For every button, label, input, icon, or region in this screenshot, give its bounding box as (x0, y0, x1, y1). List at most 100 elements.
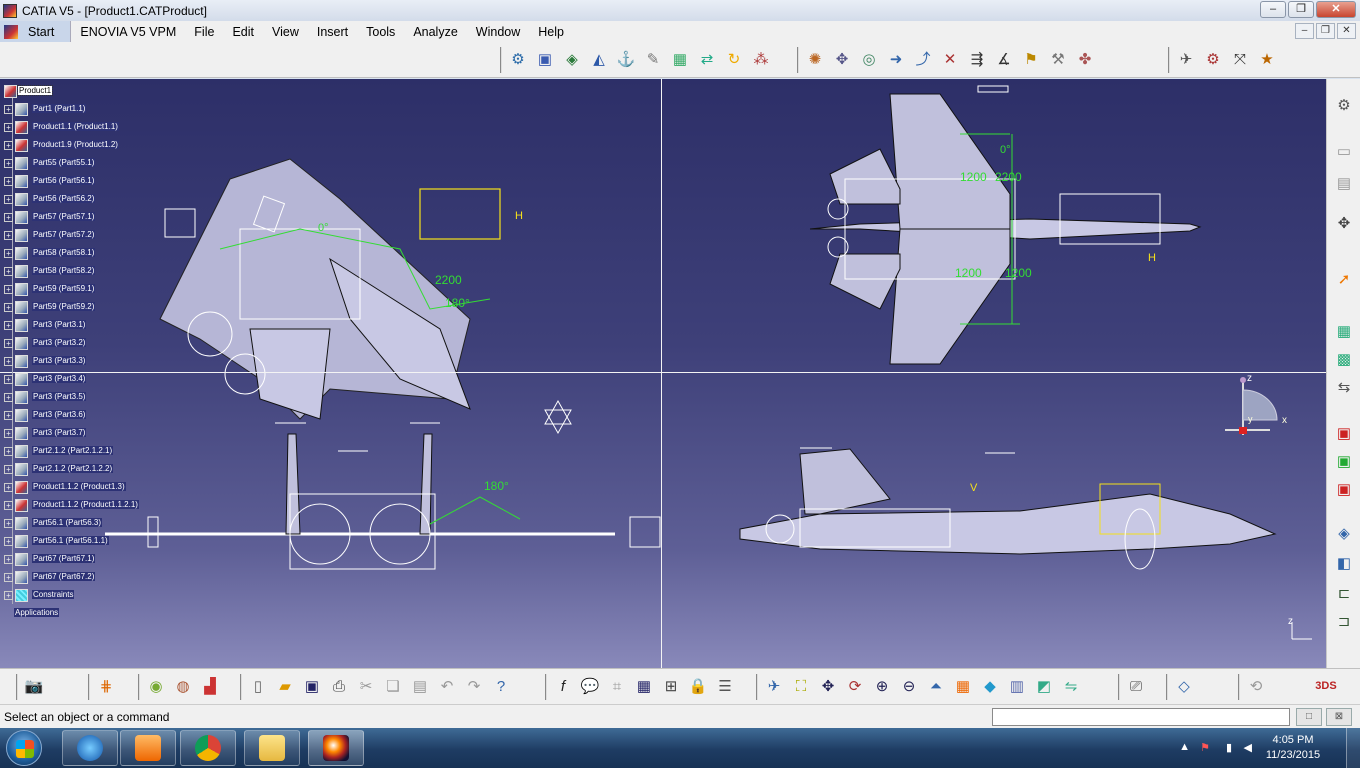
law-icon[interactable]: ⊞ (659, 674, 683, 698)
graph-tree-icon[interactable]: ▦ (668, 47, 692, 71)
tools-palette-icon[interactable]: ⎚ (1124, 674, 1148, 698)
clock[interactable]: 4:05 PM 11/23/2015 (1258, 733, 1328, 763)
contact-constraint-icon[interactable]: ✕ (938, 47, 962, 71)
expand-toggle-icon[interactable]: + (4, 303, 13, 312)
menu-enovia[interactable]: ENOVIA V5 VPM (71, 25, 185, 39)
render-icon[interactable]: ◍ (171, 674, 195, 698)
tree-node[interactable]: + Part57 (Part57.1) (4, 209, 154, 227)
expand-toggle-icon[interactable]: + (4, 519, 13, 528)
tree-node[interactable]: + Part58 (Part58.1) (4, 245, 154, 263)
apply-material-icon[interactable]: ◉ (144, 674, 168, 698)
fit-all-icon[interactable]: ⛶ (789, 674, 813, 698)
windows-start-button[interactable] (6, 730, 42, 766)
network-icon[interactable]: ▮ (1226, 741, 1232, 754)
tree-node-applications[interactable]: Applications (4, 605, 154, 623)
tree-root-product1[interactable]: Product1 (4, 83, 154, 101)
expand-toggle-icon[interactable]: + (4, 339, 13, 348)
taskbar-chrome-button[interactable] (180, 730, 236, 766)
expand-toggle-icon[interactable]: + (4, 537, 13, 546)
copy-icon[interactable]: ▣ (1332, 477, 1356, 501)
tree-node[interactable]: + Part67 (Part67.1) (4, 551, 154, 569)
tree-node[interactable]: + Part56.1 (Part56.3) (4, 515, 154, 533)
whats-this-icon[interactable]: ? (489, 674, 513, 698)
design-table-icon[interactable]: ▦ (632, 674, 656, 698)
cut-icon[interactable]: ✂ (354, 674, 378, 698)
tree-node[interactable]: + Part56 (Part56.2) (4, 191, 154, 209)
redo-icon[interactable]: ↷ (462, 674, 486, 698)
tree-node[interactable]: + Part57 (Part57.2) (4, 227, 154, 245)
compass-z-handle[interactable] (1240, 377, 1246, 383)
expand-toggle-icon[interactable]: + (4, 123, 13, 132)
save-management-icon[interactable]: ▣ (1332, 449, 1356, 473)
compass-red-handle[interactable] (1239, 427, 1247, 434)
menu-edit[interactable]: Edit (223, 25, 263, 39)
layer-icon[interactable]: ▤ (1332, 171, 1356, 195)
expand-toggle-icon[interactable]: + (4, 465, 13, 474)
grid-icon[interactable]: ⋕ (94, 674, 118, 698)
smart-move-icon[interactable]: ➜ (884, 47, 908, 71)
rotate-icon[interactable]: ⟳ (843, 674, 867, 698)
tree-node[interactable]: + Part3 (Part3.4) (4, 371, 154, 389)
list-icon[interactable]: ☰ (713, 674, 737, 698)
taskbar-explorer-button[interactable] (244, 730, 300, 766)
taskbar-catia-button[interactable] (308, 730, 364, 766)
lock-icon[interactable]: 🔒 (686, 674, 710, 698)
expand-toggle-icon[interactable]: + (4, 231, 13, 240)
annotation-icon[interactable]: ▩ (1332, 347, 1356, 371)
publish-icon[interactable]: ▣ (1332, 421, 1356, 445)
isometric-view[interactable]: 2200 180° H 0° (159, 158, 572, 435)
explode-icon[interactable]: ✺ (803, 47, 827, 71)
expand-toggle-icon[interactable]: + (4, 249, 13, 258)
expand-toggle-icon[interactable]: + (4, 159, 13, 168)
menu-view[interactable]: View (263, 25, 308, 39)
fly-mode-icon[interactable]: ✈ (762, 674, 786, 698)
update-all-icon[interactable]: ⟲ (1244, 674, 1268, 698)
link-icon[interactable]: ⊐ (1332, 609, 1356, 633)
sectioning-icon[interactable]: ⤧ (1228, 47, 1252, 71)
top-view[interactable]: 1200 2200 1200 1200 0° H (809, 85, 1202, 365)
tree-node[interactable]: + Part59 (Part59.2) (4, 299, 154, 317)
taskbar-ie-button[interactable] (62, 730, 118, 766)
new-file-icon[interactable]: ▯ (246, 674, 270, 698)
expand-toggle-icon[interactable]: + (4, 429, 13, 438)
open-file-icon[interactable]: ▰ (273, 674, 297, 698)
move-icon[interactable]: ✥ (1332, 211, 1356, 235)
fix-constraint-icon[interactable]: ⚑ (1019, 47, 1043, 71)
quick-constraint-icon[interactable]: ✤ (1073, 47, 1097, 71)
expand-toggle-icon[interactable]: + (4, 267, 13, 276)
existing-component-icon[interactable]: ⚓ (614, 47, 638, 71)
side-view[interactable]: V (739, 447, 1277, 570)
show-desktop-button[interactable] (1346, 728, 1360, 768)
scene-icon[interactable]: ▦ (1332, 319, 1356, 343)
new-part-icon[interactable]: ◭ (587, 47, 611, 71)
pointer-tool-icon[interactable]: ★ (1255, 47, 1279, 71)
multi-view-icon[interactable]: ▦ (951, 674, 975, 698)
close-button[interactable]: ✕ (1316, 1, 1356, 18)
copy-doc-icon[interactable]: ❏ (381, 674, 405, 698)
manipulation-icon[interactable]: ✥ (830, 47, 854, 71)
shading-icon[interactable]: ▥ (1005, 674, 1029, 698)
expand-toggle-icon[interactable]: + (4, 447, 13, 456)
tree-node[interactable]: + Part3 (Part3.6) (4, 407, 154, 425)
tree-node[interactable]: + Part2.1.2 (Part2.1.2.1) (4, 443, 154, 461)
catalog-icon[interactable]: ⚙ (506, 47, 530, 71)
normal-view-icon[interactable]: ⏶ (924, 674, 948, 698)
expand-toggle-icon[interactable]: + (4, 105, 13, 114)
expand-toggle-icon[interactable]: + (4, 213, 13, 222)
coincidence-constraint-icon[interactable]: ⤴ (911, 47, 935, 71)
swap-space-icon[interactable]: ⇋ (1059, 674, 1083, 698)
snap-icon[interactable]: ◎ (857, 47, 881, 71)
menu-analyze[interactable]: Analyze (404, 25, 466, 39)
volume-icon[interactable]: ◀ (1244, 741, 1252, 754)
tree-node[interactable]: + Product1.9 (Product1.2) (4, 137, 154, 155)
expand-toggle-icon[interactable]: + (4, 141, 13, 150)
tree-node[interactable]: + Part3 (Part3.3) (4, 353, 154, 371)
tree-node[interactable]: + Product1.1 (Product1.1) (4, 119, 154, 137)
rule-icon[interactable]: ⌗ (605, 674, 629, 698)
expand-toggle-icon[interactable]: + (4, 285, 13, 294)
reference-icon[interactable]: ◧ (1332, 551, 1356, 575)
expand-toggle-icon[interactable]: + (4, 483, 13, 492)
shapes-icon[interactable]: ▟ (198, 674, 222, 698)
zoom-in-icon[interactable]: ⊕ (870, 674, 894, 698)
tree-node[interactable]: + Part58 (Part58.2) (4, 263, 154, 281)
